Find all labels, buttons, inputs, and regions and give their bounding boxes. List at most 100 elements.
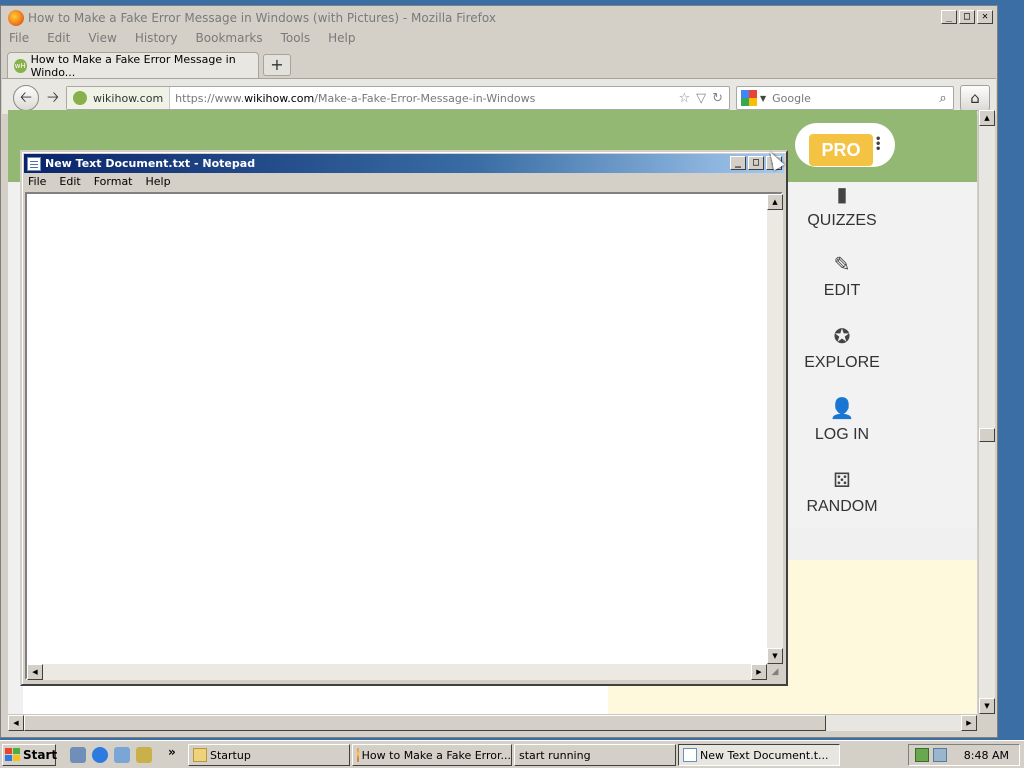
forward-button[interactable]: 🡢 <box>42 88 64 108</box>
maximize-button[interactable]: □ <box>959 10 975 24</box>
menu-dots-icon: • • • <box>875 134 882 155</box>
article-area <box>23 685 608 714</box>
notepad-vertical-scrollbar[interactable]: ▲ ▼ <box>767 194 783 664</box>
site-identity-label: wikihow.com <box>93 91 164 105</box>
scroll-left-button[interactable]: ◀ <box>8 715 24 731</box>
notepad-scroll-right-button[interactable]: ▶ <box>751 664 767 680</box>
nav-log-in[interactable]: 👤 LOG IN <box>787 396 897 444</box>
start-button[interactable]: Start <box>2 744 57 766</box>
quiz-icon: ▮ <box>836 184 848 206</box>
task-label: Startup <box>210 748 251 762</box>
page-horizontal-scrollbar[interactable]: ◀ ▶ <box>8 714 977 731</box>
pencil-icon: ✎ <box>833 254 851 276</box>
nav-label: EDIT <box>823 282 861 299</box>
network-icon[interactable] <box>915 748 929 762</box>
vertical-scroll-thumb[interactable] <box>979 428 995 442</box>
dropdown-arrow-icon[interactable]: ▽ <box>696 91 706 106</box>
bookmark-star-icon[interactable]: ☆ <box>678 91 690 106</box>
notepad-text-area[interactable] <box>25 192 783 680</box>
minimize-button[interactable]: _ <box>941 10 957 24</box>
notepad-scroll-down-button[interactable]: ▼ <box>767 648 783 664</box>
tab-wikihow[interactable]: wH How to Make a Fake Error Message in W… <box>7 52 259 79</box>
search-folder-icon[interactable] <box>136 747 152 763</box>
menu-bookmarks[interactable]: Bookmarks <box>194 30 265 46</box>
scroll-down-button[interactable]: ▼ <box>979 698 995 714</box>
quick-launch <box>70 747 152 763</box>
show-desktop-icon[interactable] <box>70 747 86 763</box>
pro-button[interactable]: PRO • • • <box>795 123 895 167</box>
back-button[interactable]: 🡠 <box>13 85 39 111</box>
quick-launch-more-icon[interactable]: » <box>168 745 176 759</box>
nav-explore[interactable]: ✪ EXPLORE <box>787 324 897 372</box>
task-label: How to Make a Fake Error... <box>361 748 511 762</box>
tab-label: How to Make a Fake Error Message in Wind… <box>30 52 236 79</box>
notepad-icon <box>27 156 41 171</box>
internet-explorer-icon[interactable] <box>92 747 108 763</box>
horizontal-scroll-thumb[interactable] <box>24 715 826 731</box>
nav-label: RANDOM <box>806 498 878 515</box>
reload-icon[interactable]: ↻ <box>712 91 723 106</box>
site-identity-button[interactable]: wikihow.com <box>67 87 171 109</box>
menu-bar: File Edit View History Bookmarks Tools H… <box>7 30 358 46</box>
resize-grip-icon[interactable]: ◢ <box>767 664 783 680</box>
scroll-right-button[interactable]: ▶ <box>961 715 977 731</box>
url-domain: wikihow.com <box>244 91 315 105</box>
url-text[interactable]: https://www.wikihow.com/Make-a-Fake-Erro… <box>170 92 678 105</box>
search-input[interactable]: Google <box>772 92 933 105</box>
notepad-titlebar[interactable]: New Text Document.txt - Notepad _ □ ✕ <box>24 154 784 173</box>
outlook-icon[interactable] <box>114 747 130 763</box>
notepad-horizontal-scrollbar[interactable]: ◀ ▶ <box>27 664 767 680</box>
menu-history[interactable]: History <box>133 30 180 46</box>
tray-app-icon[interactable] <box>933 748 947 762</box>
page-vertical-scrollbar[interactable]: ▲ ▼ <box>978 110 995 714</box>
folder-icon <box>193 748 207 762</box>
notepad-menu-edit[interactable]: Edit <box>59 175 80 188</box>
clock[interactable]: 8:48 AM <box>964 749 1019 762</box>
home-button[interactable]: ⌂ <box>960 85 990 111</box>
nav-quizzes[interactable]: ▮ QUIZZES <box>787 182 897 230</box>
task-notepad[interactable]: New Text Document.t... <box>678 744 840 766</box>
navigation-toolbar: 🡠 🡢 wikihow.com https://www.wikihow.com/… <box>2 78 996 114</box>
search-engine-dropdown-icon[interactable]: ▼ <box>760 94 766 103</box>
url-prefix: https://www. <box>175 91 245 105</box>
notepad-menu-help[interactable]: Help <box>146 175 171 188</box>
notepad-menu-bar: File Edit Format Help <box>28 175 171 188</box>
notepad-scroll-left-button[interactable]: ◀ <box>27 664 43 680</box>
google-icon <box>741 90 757 106</box>
menu-edit[interactable]: Edit <box>45 30 72 46</box>
search-magnifier-icon[interactable]: ⌕ <box>933 91 953 106</box>
nav-edit[interactable]: ✎ EDIT <box>787 252 897 300</box>
firefox-icon <box>8 9 24 26</box>
nav-label: LOG IN <box>814 426 870 443</box>
menu-help[interactable]: Help <box>326 30 357 46</box>
firefox-titlebar[interactable]: How to Make a Fake Error Message in Wind… <box>2 7 996 28</box>
notepad-menu-file[interactable]: File <box>28 175 46 188</box>
dice-icon: ⚄ <box>833 470 851 492</box>
windows-logo-icon <box>5 748 21 762</box>
task-startup[interactable]: Startup <box>188 744 350 766</box>
user-icon: 👤 <box>829 398 855 420</box>
nav-label: QUIZZES <box>807 212 877 229</box>
task-firefox[interactable]: How to Make a Fake Error... <box>352 744 512 766</box>
menu-file[interactable]: File <box>7 30 31 46</box>
url-path: /Make-a-Fake-Error-Message-in-Windows <box>314 91 536 105</box>
pro-badge: PRO <box>809 134 873 166</box>
notepad-menu-format[interactable]: Format <box>94 175 133 188</box>
notepad-maximize-button[interactable]: □ <box>748 156 764 170</box>
task-label: start running <box>519 748 591 762</box>
close-button[interactable]: ✕ <box>977 10 993 24</box>
notepad-icon <box>683 748 697 762</box>
notepad-scroll-up-button[interactable]: ▲ <box>767 194 783 210</box>
notepad-minimize-button[interactable]: _ <box>730 156 746 170</box>
menu-tools[interactable]: Tools <box>279 30 313 46</box>
search-bar[interactable]: ▼ Google ⌕ <box>736 86 954 110</box>
new-tab-button[interactable]: + <box>263 54 291 76</box>
task-start-running[interactable]: start running <box>514 744 676 766</box>
notepad-title: New Text Document.txt - Notepad <box>45 157 256 170</box>
nav-random[interactable]: ⚄ RANDOM <box>787 468 897 516</box>
scroll-up-button[interactable]: ▲ <box>979 110 995 126</box>
nav-label: EXPLORE <box>804 354 880 371</box>
url-bar[interactable]: wikihow.com https://www.wikihow.com/Make… <box>66 86 730 110</box>
wikihow-favicon-icon: wH <box>14 58 27 73</box>
menu-view[interactable]: View <box>86 30 118 46</box>
